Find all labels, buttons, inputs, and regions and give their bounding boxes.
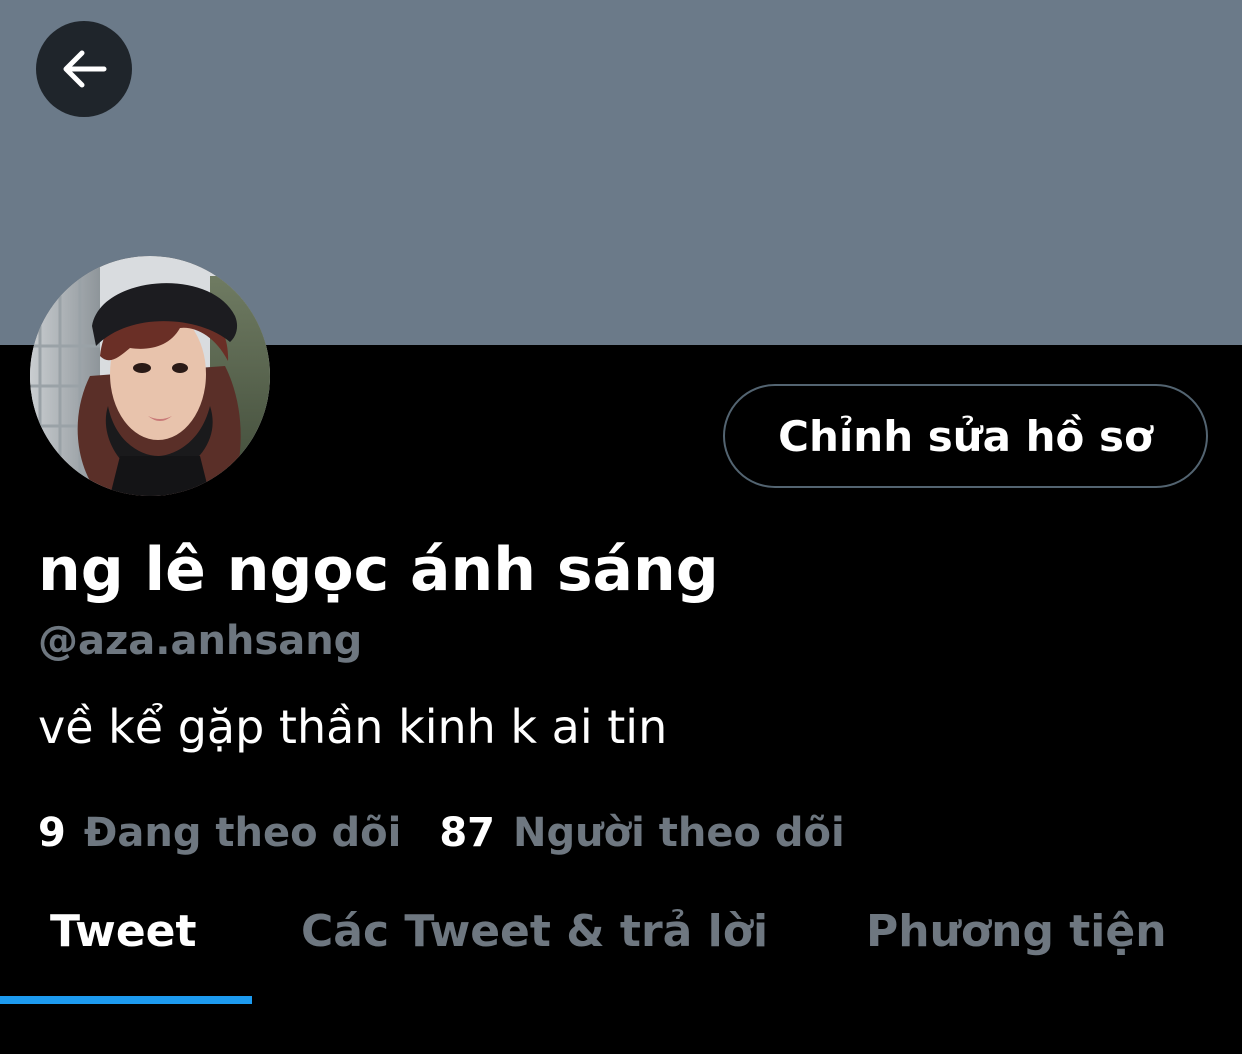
avatar[interactable] (30, 256, 270, 496)
display-name: ng lê ngọc ánh sáng (38, 535, 719, 605)
follow-stats: 9 Đang theo dõi 87 Người theo dõi (38, 806, 845, 860)
username-handle: @aza.anhsang (38, 618, 363, 664)
followers-label: Người theo dõi (513, 810, 845, 856)
tab-media[interactable]: Phương tiện (866, 900, 1167, 964)
tab-tweets-and-replies[interactable]: Các Tweet & trả lời (301, 900, 768, 964)
avatar-photo (30, 256, 270, 496)
followers-stat[interactable]: 87 Người theo dõi (439, 806, 844, 860)
followers-count: 87 (439, 810, 496, 856)
profile-tabs: Tweet Các Tweet & trả lời Phương tiện (0, 880, 1242, 1004)
tab-tweets[interactable]: Tweet (50, 900, 197, 964)
following-label: Đang theo dõi (83, 810, 402, 856)
active-tab-indicator (0, 996, 252, 1004)
edit-profile-button[interactable]: Chỉnh sửa hồ sơ (723, 384, 1208, 488)
back-button[interactable] (36, 21, 132, 117)
profile-page: Chỉnh sửa hồ sơ ng lê ngọc ánh sáng @aza… (0, 0, 1242, 1054)
following-count: 9 (38, 810, 66, 856)
arrow-left-icon (63, 50, 107, 88)
profile-bio: về kể gặp thần kinh k ai tin (38, 700, 668, 754)
following-stat[interactable]: 9 Đang theo dõi (38, 806, 401, 860)
